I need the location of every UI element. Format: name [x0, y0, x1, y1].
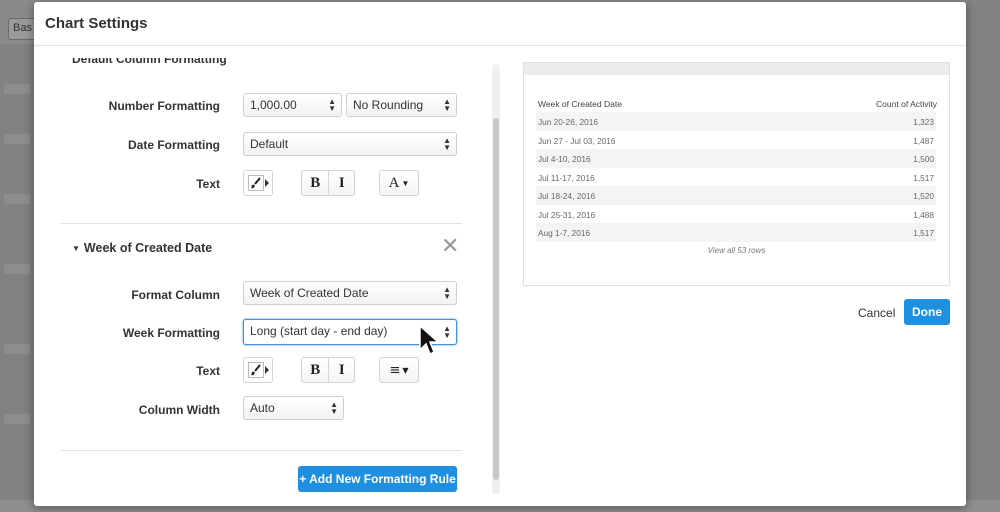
select-caret-icon: ▲ ▼ — [328, 97, 336, 113]
settings-scrollbar-thumb[interactable] — [493, 118, 499, 480]
column-text-label: Text — [196, 364, 220, 378]
table-row: Aug 1-7, 2016 1,517 — [536, 223, 936, 242]
bold-button[interactable]: B — [302, 358, 328, 382]
format-column-value: Week of Created Date — [250, 286, 369, 300]
align-glyph: ≡ — [389, 362, 401, 378]
section-divider — [60, 450, 462, 451]
caret-down-icon: ▼ — [401, 178, 410, 188]
date-format-select[interactable]: Default ▲ ▼ — [243, 132, 457, 156]
view-all-rows-link[interactable]: View all 53 rows — [524, 246, 949, 255]
column-text-style-group: B I — [301, 357, 355, 383]
table-cell: Jul 11-17, 2016 — [538, 172, 595, 183]
caret-down-icon: ▼ — [72, 244, 80, 253]
select-caret-icon: ▲ ▼ — [443, 285, 451, 301]
rounding-value: No Rounding — [353, 98, 424, 112]
table-cell: 1,488 — [913, 209, 934, 220]
background-line — [4, 344, 30, 354]
font-color-letter: A — [388, 174, 400, 191]
number-format-value: 1,000.00 — [250, 98, 297, 112]
column-width-select[interactable]: Auto ▲ ▼ — [243, 396, 344, 420]
background-line — [4, 264, 30, 274]
default-text-label: Text — [196, 177, 220, 191]
italic-button[interactable]: I — [328, 171, 354, 195]
table-row: Jul 11-17, 2016 1,517 — [536, 168, 936, 187]
default-formatting-heading: Default Column Formatting — [72, 52, 227, 66]
background-line — [4, 84, 30, 94]
table-cell: Jul 18-24, 2016 — [538, 191, 596, 201]
font-color-icon: A ▼ — [380, 171, 418, 195]
table-row: Jul 4-10, 2016 1,500 — [536, 149, 936, 168]
italic-button[interactable]: I — [328, 358, 354, 382]
table-cell: 1,323 — [913, 117, 934, 127]
preview-header-bar — [524, 63, 949, 75]
background-line — [4, 414, 30, 424]
week-formatting-value: Long (start day - end day) — [250, 324, 388, 338]
bold-button[interactable]: B — [302, 171, 328, 195]
table-cell: 1,487 — [913, 135, 934, 146]
select-caret-icon: ▲ ▼ — [443, 136, 451, 152]
background-right — [966, 0, 1000, 512]
table-preview: Week of Created Date Count of Activity J… — [523, 62, 950, 286]
date-format-value: Default — [250, 137, 289, 151]
select-caret-icon: ▲ ▼ — [443, 97, 451, 113]
table-cell: 1,517 — [913, 172, 934, 183]
paintbrush-icon — [248, 175, 264, 191]
caret-down-icon: ▼ — [402, 365, 409, 375]
paintbrush-icon — [248, 362, 264, 378]
caret-right-icon — [265, 366, 269, 374]
background-line — [4, 194, 30, 204]
table-cell: 1,500 — [913, 154, 934, 164]
column-width-label: Column Width — [138, 403, 220, 417]
table-row: Jul 25-31, 2016 1,488 — [536, 205, 936, 224]
rounding-select[interactable]: No Rounding ▲ ▼ — [346, 93, 457, 117]
table-row: Jun 20-26, 2016 1,323 — [536, 112, 936, 131]
column-section-header[interactable]: ▼ Week of Created Date — [72, 241, 212, 255]
font-color-dropdown[interactable]: A ▼ — [379, 170, 419, 196]
table-row: Jun 27 - Jul 03, 2016 1,487 — [536, 131, 936, 150]
column-text-color-picker[interactable] — [243, 357, 273, 383]
format-column-label: Format Column — [131, 288, 220, 302]
section-divider — [60, 223, 462, 224]
select-caret-icon: ▲ ▼ — [443, 324, 451, 340]
column-section-title: Week of Created Date — [83, 241, 213, 255]
table-cell: Jun 20-26, 2016 — [538, 117, 598, 127]
align-left-icon: ≡ ▼ — [380, 358, 418, 382]
number-formatting-label: Number Formatting — [108, 99, 220, 113]
table-cell: 1,517 — [913, 228, 934, 238]
chart-settings-modal: Chart Settings Default Column Formatting… — [34, 2, 966, 506]
table-row: Jul 18-24, 2016 1,520 — [536, 186, 936, 205]
table-cell: Jul 25-31, 2016 — [538, 209, 596, 220]
table-cell: Jul 4-10, 2016 — [538, 154, 591, 164]
format-column-select[interactable]: Week of Created Date ▲ ▼ — [243, 281, 457, 305]
preview-column-header: Week of Created Date — [538, 99, 622, 109]
column-width-value: Auto — [250, 401, 275, 415]
mouse-cursor-icon — [419, 324, 440, 356]
default-text-style-group: B I — [301, 170, 355, 196]
modal-header: Chart Settings — [34, 2, 966, 46]
settings-panel[interactable]: Default Column Formatting Number Formatt… — [34, 46, 500, 506]
table-cell: Jun 27 - Jul 03, 2016 — [538, 135, 616, 146]
background-sidebar — [0, 44, 34, 512]
text-align-dropdown[interactable]: ≡ ▼ — [379, 357, 419, 383]
preview-column-header: Count of Activity — [876, 99, 937, 109]
caret-right-icon — [265, 179, 269, 187]
table-cell: 1,520 — [913, 191, 934, 201]
table-cell: Aug 1-7, 2016 — [538, 228, 591, 238]
select-caret-icon: ▲ ▼ — [330, 400, 338, 416]
cancel-button[interactable]: Cancel — [858, 306, 895, 320]
background-line — [4, 134, 30, 144]
week-formatting-label: Week Formatting — [122, 326, 220, 340]
text-color-picker[interactable] — [243, 170, 273, 196]
done-button[interactable]: Done — [904, 299, 950, 325]
date-formatting-label: Date Formatting — [127, 138, 220, 152]
add-formatting-rule-button[interactable]: + Add New Formatting Rule — [298, 466, 457, 492]
number-format-select[interactable]: 1,000.00 ▲ ▼ — [243, 93, 342, 117]
modal-title: Chart Settings — [45, 15, 148, 32]
close-icon[interactable]: ✕ — [441, 235, 459, 257]
